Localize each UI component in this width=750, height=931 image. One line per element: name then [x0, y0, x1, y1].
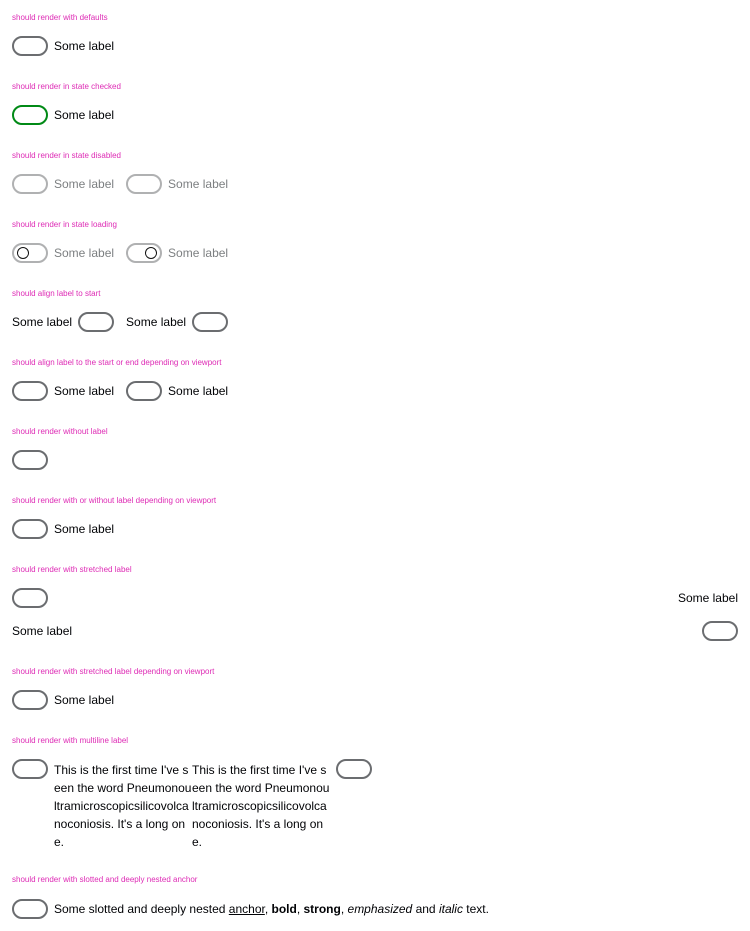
switch-toggle[interactable] [12, 899, 48, 919]
nested-anchor-link[interactable]: anchor [229, 902, 265, 916]
section-heading-align-start: should align label to start [12, 289, 101, 298]
switch-label-rich: Some slotted and deeply nested anchor, b… [54, 902, 489, 916]
emphasized-text: emphasized [347, 902, 413, 916]
section-heading-defaults: should render with defaults [12, 13, 108, 22]
section-heading-loading: should render in state loading [12, 220, 117, 229]
switch-toggle[interactable] [192, 312, 229, 332]
spinner-icon [17, 247, 29, 259]
switch-label: Some label [168, 384, 229, 398]
section-heading-checked: should render in state checked [12, 82, 121, 91]
switch-label: Some label [168, 246, 229, 260]
switch-label: Some label [126, 315, 187, 329]
italic-text: italic [438, 902, 463, 916]
switch-label: Some label [12, 315, 73, 329]
switch-toggle[interactable] [12, 450, 48, 470]
section-heading-stretched: should render with stretched label [12, 565, 132, 574]
switch-toggle[interactable] [126, 381, 163, 401]
switch-label: Some label [12, 624, 73, 638]
switch-label: Some label [54, 693, 115, 707]
section-heading-stretched-responsive: should render with stretched label depen… [12, 667, 215, 676]
switch-label-multiline: This is the first time I've seen the wor… [192, 763, 330, 849]
section-heading-align-responsive: should align label to the start or end d… [12, 358, 222, 367]
switch-toggle-loading-checked [126, 243, 163, 263]
section-heading-without-label: should render without label [12, 427, 108, 436]
switch-label: Some label [54, 177, 115, 191]
switch-label-multiline: This is the first time I've seen the wor… [54, 763, 192, 849]
switch-toggle[interactable] [78, 312, 115, 332]
switch-toggle-checked[interactable] [12, 105, 48, 125]
section-heading-label-responsive: should render with or without label depe… [12, 496, 217, 505]
switch-label: Some label [54, 522, 115, 536]
switch-toggle-loading [12, 243, 48, 263]
switch-toggle[interactable] [12, 690, 48, 710]
bold-text: bold [271, 902, 297, 916]
switch-toggle[interactable] [12, 759, 48, 779]
switch-toggle[interactable] [12, 588, 48, 608]
switch-toggle[interactable] [12, 36, 48, 56]
section-heading-multiline: should render with multiline label [12, 736, 129, 745]
section-heading-disabled: should render in state disabled [12, 151, 121, 160]
switch-toggle[interactable] [336, 759, 372, 779]
switch-toggle[interactable] [702, 621, 738, 641]
switch-toggle[interactable] [12, 381, 48, 401]
switch-label: Some label [168, 177, 229, 191]
switch-label: Some label [54, 384, 115, 398]
switch-toggle-disabled-checked [126, 174, 163, 194]
spinner-icon [145, 247, 158, 259]
switch-toggle-disabled [12, 174, 48, 194]
switch-label: Some label [54, 246, 115, 260]
section-heading-slotted: should render with slotted and deeply ne… [12, 875, 198, 884]
switch-label: Some label [54, 108, 115, 122]
switch-label: Some label [54, 39, 115, 53]
switch-toggle[interactable] [12, 519, 48, 539]
strong-text: strong [303, 902, 341, 916]
switch-label: Some label [677, 591, 738, 605]
